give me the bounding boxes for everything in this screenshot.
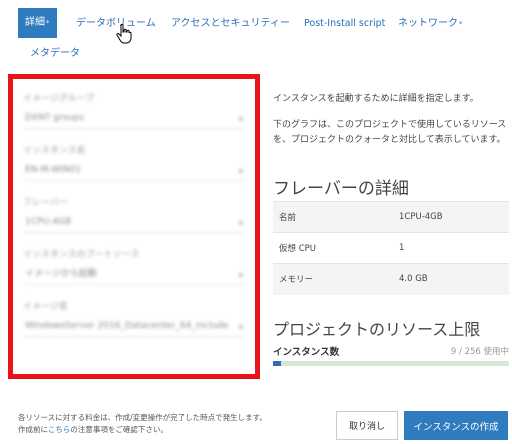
notice-link[interactable]: こちら (48, 425, 71, 434)
flavor-details-table: 名前 1CPU-4GB 仮想 CPU 1 メモリー 4.0 GB (273, 201, 509, 295)
instances-quota-bar (273, 361, 509, 366)
flavor-memory-label: メモリー (273, 263, 399, 295)
field-label: イメージ名 (23, 302, 68, 312)
form-group-flavor: フレーバー 1CPU-4GB (23, 195, 245, 233)
launch-instance-button[interactable]: インスタンスの作成 (404, 411, 508, 440)
help-text-2: 下のグラフは、このプロジェクトで使用しているリソースを、プロジェクトのクォータと… (273, 120, 507, 145)
field-label: インスタンスのブートソース (23, 250, 140, 260)
footer-note-pre: 作成前に (18, 425, 48, 434)
flavor-name-label: 名前 (273, 201, 399, 233)
flavor-vcpu-value: 1 (399, 232, 509, 264)
flavor-memory-value: 4.0 GB (399, 263, 509, 295)
tab-details-label: 詳細 (25, 17, 45, 28)
flavor-select[interactable]: 1CPU-4GB (23, 213, 245, 233)
required-mark: * (46, 19, 50, 27)
instances-quota-row: インスタンス数 9 / 256 使用中 (273, 344, 509, 358)
boot-source-select[interactable]: イメージから起動 (23, 265, 245, 285)
instance-name-input[interactable]: EN-M-WIN01 (23, 161, 245, 181)
tab-network-label: ネットワーク (398, 18, 458, 29)
tab-network[interactable]: ネットワーク* (398, 17, 463, 31)
footer-note-post: の注意事項をご確認下さい。 (70, 425, 168, 434)
form-group-image-group: イメージグループ DXNT groups (23, 91, 245, 129)
tab-post-install-script-label: Post-Install script (304, 18, 386, 29)
flavor-name-value: 1CPU-4GB (399, 201, 509, 233)
instance-details-form-highlight: イメージグループ DXNT groups インスタンス名 EN-M-WIN01 … (8, 74, 260, 379)
tab-access-security[interactable]: アクセスとセキュリティー (171, 17, 290, 31)
footer-note: 各リソースに対する料金は、作成/変更操作が完了した時点で発生します。 作成前にこ… (18, 412, 267, 436)
tab-access-security-label: アクセスとセキュリティー (171, 18, 290, 29)
flavor-details-heading: フレーバーの詳細 (273, 179, 409, 199)
tab-metadata-label: メタデータ (30, 48, 80, 59)
instances-quota-usage: 9 / 256 使用中 (450, 347, 509, 357)
table-row: 仮想 CPU 1 (273, 232, 509, 264)
footer-note-line1: 各リソースに対する料金は、作成/変更操作が完了した時点で発生します。 (18, 413, 267, 422)
help-panel: インスタンスを起動するために詳細を指定します。 下のグラフは、このプロジェクトで… (273, 92, 509, 148)
form-group-image-name: イメージ名 WindowsServer 2016_Datacenter_64_i… (23, 299, 245, 337)
flavor-vcpu-label: 仮想 CPU (273, 232, 399, 264)
footer-note-line2: 作成前にこちらの注意事項をご確認下さい。 (18, 424, 267, 436)
tab-post-install-script[interactable]: Post-Install script (304, 17, 385, 31)
table-row: メモリー 4.0 GB (273, 263, 509, 295)
field-label: インスタンス名 (23, 146, 86, 156)
tab-details[interactable]: 詳細* (18, 8, 57, 38)
instances-quota-label: インスタンス数 (273, 347, 340, 358)
project-limits-heading: プロジェクトのリソース上限 (273, 320, 481, 339)
image-name-select[interactable]: WindowsServer 2016_Datacenter_64_include (23, 317, 245, 337)
field-label: イメージグループ (23, 94, 95, 104)
tab-metadata[interactable]: メタデータ (30, 47, 80, 61)
help-text-1: インスタンスを起動するために詳細を指定します。 (273, 94, 479, 104)
form-group-boot-source: インスタンスのブートソース イメージから起動 (23, 247, 245, 285)
hand-cursor-icon (116, 24, 132, 44)
cancel-button[interactable]: 取り消し (336, 411, 398, 440)
image-group-select[interactable]: DXNT groups (23, 109, 245, 129)
table-row: 名前 1CPU-4GB (273, 201, 509, 233)
required-mark: * (459, 20, 463, 28)
field-label: フレーバー (23, 198, 68, 208)
instances-quota-fill (273, 361, 282, 366)
instance-details-form: イメージグループ DXNT groups インスタンス名 EN-M-WIN01 … (13, 79, 255, 374)
form-group-instance-name: インスタンス名 EN-M-WIN01 (23, 143, 245, 181)
